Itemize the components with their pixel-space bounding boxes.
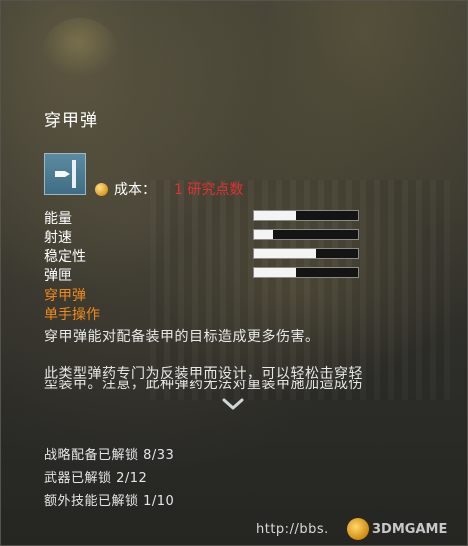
unlock-skills: 额外技能已解锁 1/10 [44,494,175,509]
cost-row: 成本： 1 研究点数 [95,180,243,198]
stat-name-magazine: 弹匣 [44,268,72,284]
stat-bar-fill [254,230,273,239]
item-title: 穿甲弹 [44,111,98,131]
bullet-icon [44,153,86,195]
unlock-tactical: 战略配备已解锁 8/33 [44,448,175,463]
unlock-weapons: 武器已解锁 2/12 [44,471,148,486]
stat-name-stability: 稳定性 [44,249,86,265]
watermark-logo-icon [347,518,369,540]
stat-bar-stability [253,248,359,259]
cost-value: 1 研究点数 [174,182,244,198]
description-line-3-clipped: 型装甲。注意，此种弹药无法对重装甲施加造成伤 [44,380,424,396]
watermark-brand: 3DMGAME [372,522,448,537]
tag-one-handed: 单手操作 [44,307,100,323]
stat-bar-fire-rate [253,229,359,240]
stat-bar-magazine [253,267,359,278]
watermark-url: http://bbs. [256,522,329,537]
cost-label: 成本： [114,182,156,198]
stat-bar-fill [254,249,317,258]
stat-name-energy: 能量 [44,211,72,227]
description-line-1: 穿甲弹能对配备装甲的目标造成更多伤害。 [44,329,320,345]
stat-name-fire-rate: 射速 [44,230,72,246]
coin-icon [95,182,108,196]
tag-armor-piercing: 穿甲弹 [44,288,86,304]
stat-bar-energy [253,210,359,221]
stat-bar-fill [254,268,296,277]
description-line-3: 型装甲。注意，此种弹药无法对重装甲施加造成伤 [44,380,363,392]
chevron-down-icon[interactable] [222,397,244,411]
stat-bar-fill [254,211,296,220]
